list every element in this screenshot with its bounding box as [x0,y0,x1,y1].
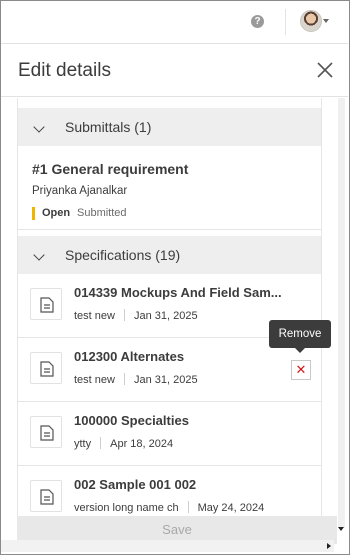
document-icon [30,352,62,384]
submittals-section-header[interactable]: Submittals (1) [18,108,321,146]
spec-row[interactable]: 100000 Specialties ytty Apr 18, 2024 [18,402,321,466]
vertical-scrollbar[interactable] [336,98,347,539]
details-scroll-area[interactable]: Submittals (1) #1 General requirement Pr… [1,98,347,516]
spec-date: Jan 31, 2025 [133,310,198,322]
scroll-right-icon[interactable] [327,543,331,549]
spec-meta: version long name ch May 24, 2024 [74,501,264,514]
spec-meta: test new Jan 31, 2025 [74,373,198,386]
details-list: Submittals (1) #1 General requirement Pr… [17,98,322,516]
submittal-state: Submitted [77,207,127,219]
remove-button[interactable]: ✕ [291,360,311,380]
document-icon [30,288,62,320]
scroll-down-icon[interactable] [338,527,344,531]
spec-date: Jan 31, 2025 [133,374,198,386]
divider [285,9,286,35]
specifications-section-header[interactable]: Specifications (19) [18,236,321,274]
divider [123,309,125,321]
divider [100,437,102,449]
spec-title: 002 Sample 001 002 [74,477,197,492]
remove-icon: ✕ [295,362,307,377]
spec-meta: ytty Apr 18, 2024 [74,437,173,450]
chevron-down-icon[interactable] [33,121,45,133]
spec-version: version long name ch [74,502,179,514]
spec-date: Apr 18, 2024 [110,438,174,450]
section-label: Specifications (19) [65,247,181,263]
panel-header: Edit details [1,43,348,97]
spec-title: 012300 Alternates [74,349,185,364]
document-icon [30,480,62,512]
status-indicator [32,207,35,220]
horizontal-scrollbar[interactable] [1,540,334,552]
top-bar: ? [1,1,348,43]
spec-title: 100000 Specialties [74,413,189,428]
divider [187,501,189,513]
submittal-person: Priyanka Ajanalkar [32,185,128,197]
status-badge: Open [42,207,71,219]
remove-tooltip: Remove [269,320,331,348]
submittal-item[interactable]: #1 General requirement Priyanka Ajanalka… [18,144,321,230]
spec-date: May 24, 2024 [197,502,265,514]
spec-row[interactable]: 002 Sample 001 002 version long name ch M… [18,466,321,516]
divider [123,373,125,385]
help-icon[interactable]: ? [251,15,264,28]
chevron-down-icon[interactable] [33,249,45,261]
page-title: Edit details [18,60,111,81]
section-label: Submittals (1) [65,119,152,135]
spec-version: test new [74,374,115,386]
spec-version: ytty [74,438,92,450]
close-icon[interactable] [316,61,334,79]
tooltip-arrow [295,348,305,353]
scrollbar-thumb[interactable] [338,98,345,528]
submittal-title: #1 General requirement [32,161,189,177]
chevron-down-icon[interactable] [323,19,329,23]
document-icon [30,416,62,448]
spec-version: test new [74,310,115,322]
avatar[interactable] [300,10,322,32]
spec-title: 014339 Mockups And Field Sam... [74,285,282,300]
spec-meta: test new Jan 31, 2025 [74,309,198,322]
